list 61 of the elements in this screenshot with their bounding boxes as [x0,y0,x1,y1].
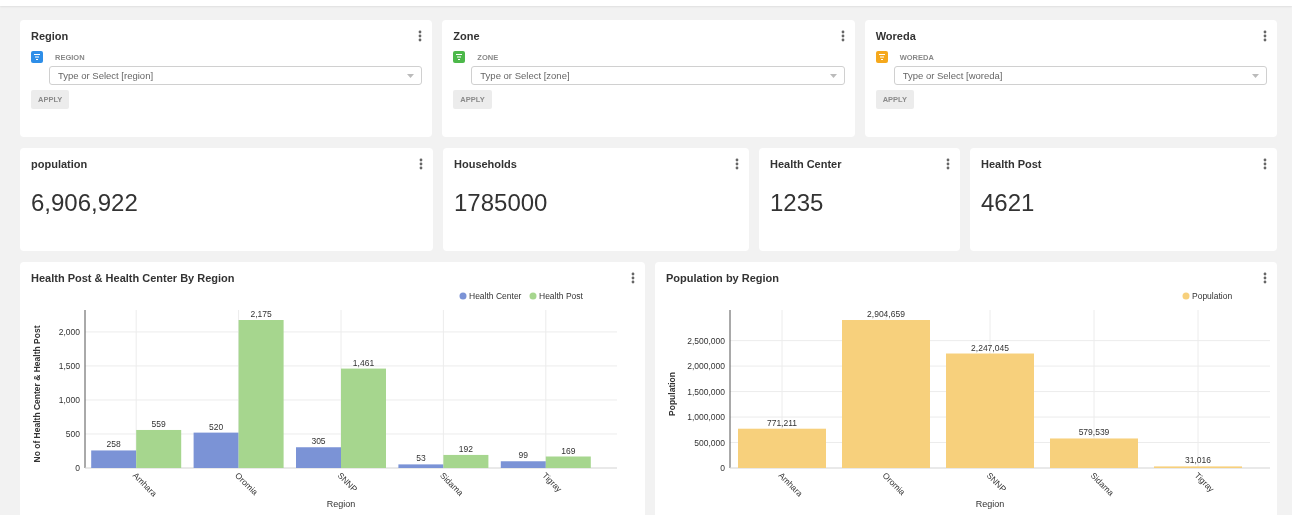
caret-icon [829,74,837,78]
card-title: Woreda [875,30,916,42]
more-menu-icon[interactable] [631,272,635,284]
more-menu-icon[interactable] [735,158,739,170]
select-field[interactable]: Type or Select [woreda] [893,66,1267,85]
data-label: 2,904,659 [867,309,905,319]
data-label: 2,175 [250,309,272,319]
data-label: 53 [416,453,426,464]
card-title: population [31,158,88,170]
more-menu-icon[interactable] [419,158,423,170]
data-label: 559 [151,418,166,429]
axis-tick-label: 0 [720,463,725,473]
data-label: 305 [311,436,326,447]
chart-title: Health Post & Health Center By Region [31,272,235,284]
card-title: Households [454,158,517,170]
data-label: 31,016 [1185,455,1211,466]
card-title: Zone [453,30,480,42]
kpi-value: 1235 [770,189,825,217]
card-title: Health Center [770,158,842,170]
legend-label: Health Post [539,291,583,301]
legend-label: Health Center [469,291,522,301]
data-label: 192 [458,443,473,454]
kpi-value: 4621 [981,189,1036,217]
card-title: Health Post [981,158,1042,170]
caret-icon [407,74,415,78]
x-axis-title: Region [326,499,356,509]
data-label: 579,539 [1078,427,1110,438]
x-axis-title: Region [975,499,1005,509]
data-label: 2,247,045 [971,342,1009,353]
chart-title: Population by Region [666,272,780,284]
more-menu-icon[interactable] [418,30,423,42]
caret-icon [1252,74,1259,78]
more-menu-icon[interactable] [1263,30,1267,42]
data-label: 258 [106,439,121,450]
more-menu-icon[interactable] [840,30,845,42]
axis-tick-label: 2,000,000 [687,361,725,372]
data-label: 771,211 [766,417,798,428]
data-label: 99 [518,450,529,461]
more-menu-icon[interactable] [946,158,950,170]
axis-tick-label: 2,500,000 [687,335,725,346]
data-label: 169 [561,445,576,456]
axis-tick-label: 500,000 [694,437,725,448]
data-label: 1,461 [352,357,375,368]
y-axis-title: Population [667,372,677,416]
more-menu-icon[interactable] [1263,158,1267,170]
kpi-value: 6,906,922 [31,189,139,217]
axis-tick-label: 1,000,000 [687,412,725,423]
y-axis-title: No of Health Center & Health Post [32,325,42,463]
data-label: 520 [209,421,224,432]
select-field[interactable]: Type or Select [region] [49,66,423,85]
legend-label: Population [1192,291,1233,301]
axis-tick-label: 1,000 [58,394,80,405]
axis-tick-label: 0 [75,463,80,473]
card-title: Region [31,30,69,42]
select-field[interactable]: Type or Select [zone] [471,66,845,85]
axis-tick-label: 500 [65,429,80,439]
axis-tick-label: 1,500 [58,360,80,371]
more-menu-icon[interactable] [1263,272,1267,284]
axis-tick-label: 1,500,000 [687,386,725,397]
axis-tick-label: 2,000 [58,326,80,337]
kpi-value: 1785000 [454,189,549,217]
